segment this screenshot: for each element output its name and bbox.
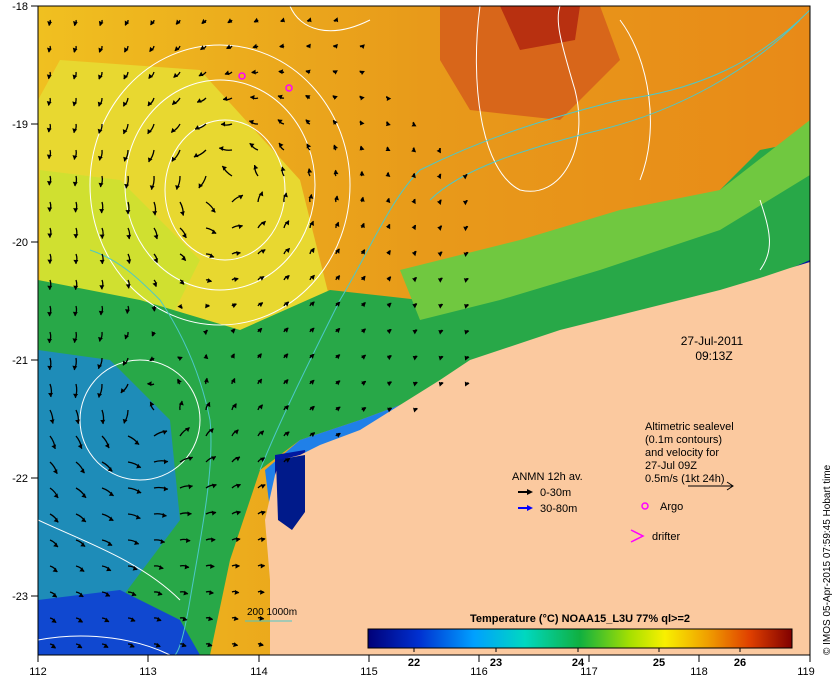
lon-tick-label: 116 <box>470 666 488 678</box>
altimetry-note-line: (0.1m contours) <box>645 434 722 446</box>
colorbar <box>367 628 793 649</box>
colorbar-tick-label: 22 <box>408 657 420 669</box>
anmn-title: ANMN 12h av. <box>512 471 583 483</box>
lat-tick-label: -21 <box>12 355 28 367</box>
altimetry-note-line: and velocity for <box>645 447 719 459</box>
colorbar-title: Temperature (°C) NOAA15_L3U 77% ql>=2 <box>470 613 690 625</box>
anmn-shallow-label: 0-30m <box>540 487 571 499</box>
lat-tick-label: -22 <box>12 473 28 485</box>
altimetry-note-line: Altimetric sealevel <box>645 421 734 433</box>
map-time: 09:13Z <box>695 349 732 363</box>
lon-tick-label: 114 <box>250 666 268 678</box>
anmn-deep-label: 30-80m <box>540 503 577 515</box>
sst-field <box>38 6 810 655</box>
drifter-legend-label: drifter <box>652 531 680 543</box>
map-date: 27-Jul-2011 <box>681 334 744 348</box>
lat-tick-label: -19 <box>12 119 28 131</box>
lon-tick-label: 115 <box>360 666 378 678</box>
isobath-legend-label: 200 1000m <box>247 607 297 618</box>
lat-axis <box>31 5 38 597</box>
lat-tick-label: -23 <box>12 591 28 603</box>
colorbar-tick-label: 26 <box>734 657 746 669</box>
colorbar-tick-label: 24 <box>572 657 585 669</box>
sst-map: 112 113 114 115 116 117 118 119 -18 -19 … <box>12 1 833 678</box>
lon-tick-label: 118 <box>690 666 708 678</box>
altimetry-note-line: 27-Jul 09Z <box>645 460 697 472</box>
lat-tick-label: -18 <box>12 1 28 13</box>
lon-axis <box>37 655 811 662</box>
velocity-scale-label: 0.5m/s (1kt 24h) <box>645 473 724 485</box>
lat-tick-label: -20 <box>12 237 28 249</box>
colorbar-tick-label: 25 <box>653 657 665 669</box>
lon-tick-label: 119 <box>797 666 815 678</box>
colorbar-tick-label: 23 <box>490 657 502 669</box>
lon-tick-label: 112 <box>29 666 47 678</box>
credit-text: © IMOS 05-Apr-2015 07:59:45 Hobart time <box>822 464 833 655</box>
lon-tick-label: 113 <box>139 666 157 678</box>
argo-legend-label: Argo <box>660 501 683 513</box>
